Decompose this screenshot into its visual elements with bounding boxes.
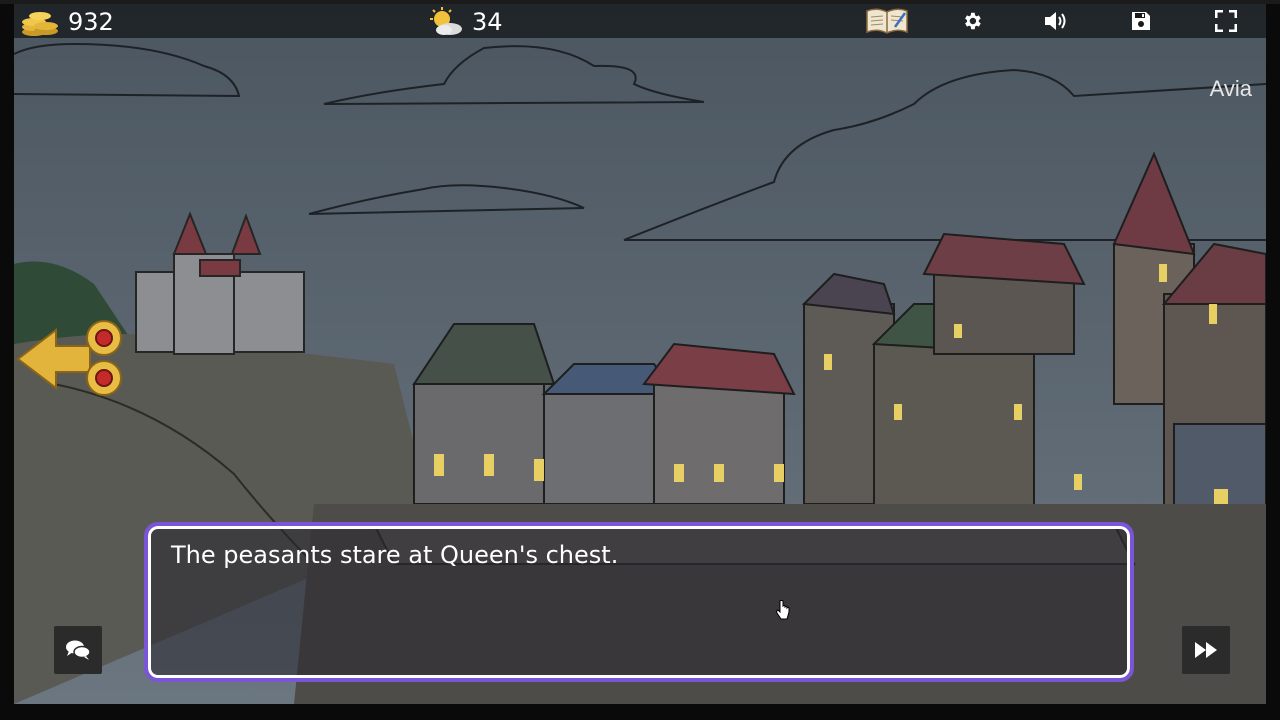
gear-icon <box>965 12 981 30</box>
save-button[interactable] <box>1119 4 1163 38</box>
character-name-label: Avia <box>1209 76 1252 101</box>
back-navigation-arrow[interactable] <box>16 316 128 402</box>
settings-button[interactable] <box>950 4 994 38</box>
dialog-text: The peasants stare at Queen's chest. <box>171 541 619 569</box>
chat-log-button[interactable] <box>54 626 102 674</box>
mouse-cursor-icon <box>776 600 790 620</box>
game-viewport: 932 34 Avia The peasants stare at Queen'… <box>14 4 1266 704</box>
journal-book-icon <box>866 8 908 34</box>
hud-top-bar: 932 34 <box>14 4 1266 38</box>
energy-counter: 34 <box>428 6 503 38</box>
energy-amount: 34 <box>472 8 503 36</box>
journal-button[interactable] <box>864 4 910 38</box>
gold-counter: 932 <box>20 6 114 38</box>
floppy-disk-icon <box>1132 12 1150 30</box>
skip-button[interactable] <box>1182 626 1230 674</box>
golden-arrow-left-icon <box>16 320 122 396</box>
fullscreen-icon <box>1215 10 1237 32</box>
speaker-icon <box>1045 12 1066 30</box>
sound-button[interactable] <box>1034 4 1078 38</box>
chat-bubbles-icon <box>66 640 91 660</box>
fast-forward-icon <box>1195 642 1217 658</box>
gold-coins-icon <box>22 12 58 36</box>
dialog-box[interactable]: The peasants stare at Queen's chest. <box>144 522 1134 682</box>
sun-cloud-icon <box>430 7 462 35</box>
fullscreen-button[interactable] <box>1204 4 1248 38</box>
gold-amount: 932 <box>68 8 114 36</box>
